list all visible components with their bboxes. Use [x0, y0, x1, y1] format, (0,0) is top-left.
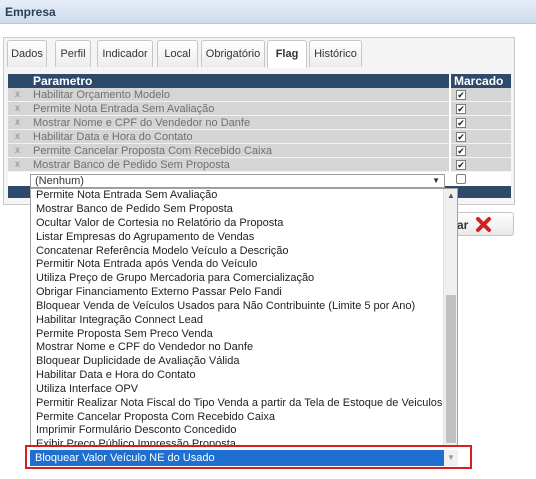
row-label: Permite Cancelar Proposta Com Recebido C… — [33, 145, 273, 157]
tab-local[interactable]: Local — [157, 40, 198, 67]
select-value: (Nenhum) — [35, 175, 84, 187]
delete-icon[interactable]: x — [15, 144, 20, 158]
window-title: Empresa — [5, 5, 56, 19]
scroll-up-arrow-icon[interactable]: ▲ — [447, 191, 455, 200]
tab-dados[interactable]: Dados — [7, 40, 47, 67]
column-header-parametro[interactable]: Parametro — [33, 74, 92, 88]
column-header-marcado[interactable]: Marcado — [454, 74, 503, 88]
dropdown-option[interactable]: Bloquear Venda de Veículos Usados para N… — [36, 300, 415, 313]
marcado-checkbox[interactable]: ✔ — [456, 104, 466, 114]
dropdown-option[interactable]: Utiliza Preço de Grupo Mercadoria para C… — [36, 272, 314, 285]
column-divider — [449, 144, 451, 158]
table-row: x Permite Cancelar Proposta Com Recebido… — [8, 144, 511, 158]
chevron-down-icon[interactable]: ▼ — [432, 175, 440, 187]
column-divider — [449, 102, 451, 116]
dropdown-option[interactable]: Permitir Nota Entrada após Venda do Veíc… — [36, 258, 257, 271]
dropdown-option[interactable]: Obrigar Financiamento Externo Passar Pel… — [36, 286, 282, 299]
window-title-bar: Empresa — [0, 0, 536, 24]
dropdown-option[interactable]: Permite Cancelar Proposta Com Recebido C… — [36, 411, 275, 424]
dropdown-option[interactable]: Imprimir Formulário Desconto Concedido — [36, 424, 237, 437]
dropdown-option[interactable]: Ocultar Valor de Cortesia no Relatório d… — [36, 217, 283, 230]
marcado-checkbox[interactable]: ✔ — [456, 90, 466, 100]
marcado-checkbox[interactable]: ✔ — [456, 132, 466, 142]
table-row: x Mostrar Banco de Pedido Sem Proposta ✔ — [8, 158, 511, 172]
tab-perfil[interactable]: Perfil — [55, 40, 91, 67]
marcado-checkbox[interactable]: ✔ — [456, 118, 466, 128]
table-row: x Mostrar Nome e CPF do Vendedor no Danf… — [8, 116, 511, 130]
dropdown-option[interactable]: Concatenar Referência Modelo Veículo a D… — [36, 245, 289, 258]
dropdown-option[interactable]: Listar Empresas do Agrupamento de Vendas — [36, 231, 254, 244]
parametro-dropdown-list[interactable]: Permite Nota Entrada Sem Avaliação Mostr… — [30, 188, 458, 447]
row-label: Mostrar Nome e CPF do Vendedor no Danfe — [33, 117, 251, 129]
delete-icon[interactable]: x — [15, 102, 20, 116]
dropdown-option[interactable]: Bloquear Duplicidade de Avaliação Válida — [36, 355, 239, 368]
table-row: x Habilitar Orçamento Modelo ✔ — [8, 88, 511, 102]
highlight-annotation-frame — [25, 445, 472, 469]
delete-icon[interactable]: x — [15, 88, 20, 102]
marcado-checkbox[interactable]: ✔ — [456, 146, 466, 156]
column-divider — [449, 158, 451, 172]
row-label: Mostrar Banco de Pedido Sem Proposta — [33, 159, 230, 171]
tab-historico[interactable]: Histórico — [309, 40, 362, 67]
dropdown-scrollbar[interactable]: ▲ — [443, 189, 457, 447]
close-icon — [476, 217, 491, 232]
dropdown-option[interactable]: Mostrar Nome e CPF do Vendedor no Danfe — [36, 341, 253, 354]
marcado-checkbox[interactable]: ✔ — [456, 160, 466, 170]
delete-icon[interactable]: x — [15, 116, 20, 130]
column-divider — [449, 116, 451, 130]
grid-header: Parametro Marcado — [8, 74, 511, 88]
delete-icon[interactable]: x — [15, 130, 20, 144]
tab-indicador[interactable]: Indicador — [97, 40, 153, 67]
table-row: x Permite Nota Entrada Sem Avaliação ✔ — [8, 102, 511, 116]
column-divider — [449, 74, 451, 88]
row-label: Habilitar Orçamento Modelo — [33, 89, 170, 101]
dropdown-option[interactable]: Utiliza Interface OPV — [36, 383, 138, 396]
dropdown-option[interactable]: Permite Proposta Sem Preco Venda — [36, 328, 213, 341]
column-divider — [449, 130, 451, 144]
dropdown-option[interactable]: Permitir Realizar Nota Fiscal do Tipo Ve… — [36, 397, 442, 410]
table-row: x Habilitar Data e Hora do Contato ✔ — [8, 130, 511, 144]
close-button-label: ar — [457, 218, 469, 232]
tab-flag[interactable]: Flag — [267, 40, 307, 68]
parametro-select[interactable]: (Nenhum) ▼ — [30, 174, 445, 188]
new-row-checkbox[interactable] — [456, 174, 466, 184]
column-divider — [449, 88, 451, 102]
dropdown-option[interactable]: Habilitar Data e Hora do Contato — [36, 369, 196, 382]
dropdown-option[interactable]: Habilitar Integração Connect Lead — [36, 314, 203, 327]
delete-icon[interactable]: x — [15, 158, 20, 172]
dropdown-option[interactable]: Permite Nota Entrada Sem Avaliação — [36, 189, 217, 202]
dropdown-option[interactable]: Mostrar Banco de Pedido Sem Proposta — [36, 203, 233, 216]
row-label: Permite Nota Entrada Sem Avaliação — [33, 103, 215, 115]
scrollbar-thumb[interactable] — [446, 295, 456, 443]
row-label: Habilitar Data e Hora do Contato — [33, 131, 193, 143]
tab-obrigatorio[interactable]: Obrigatório — [201, 40, 265, 67]
